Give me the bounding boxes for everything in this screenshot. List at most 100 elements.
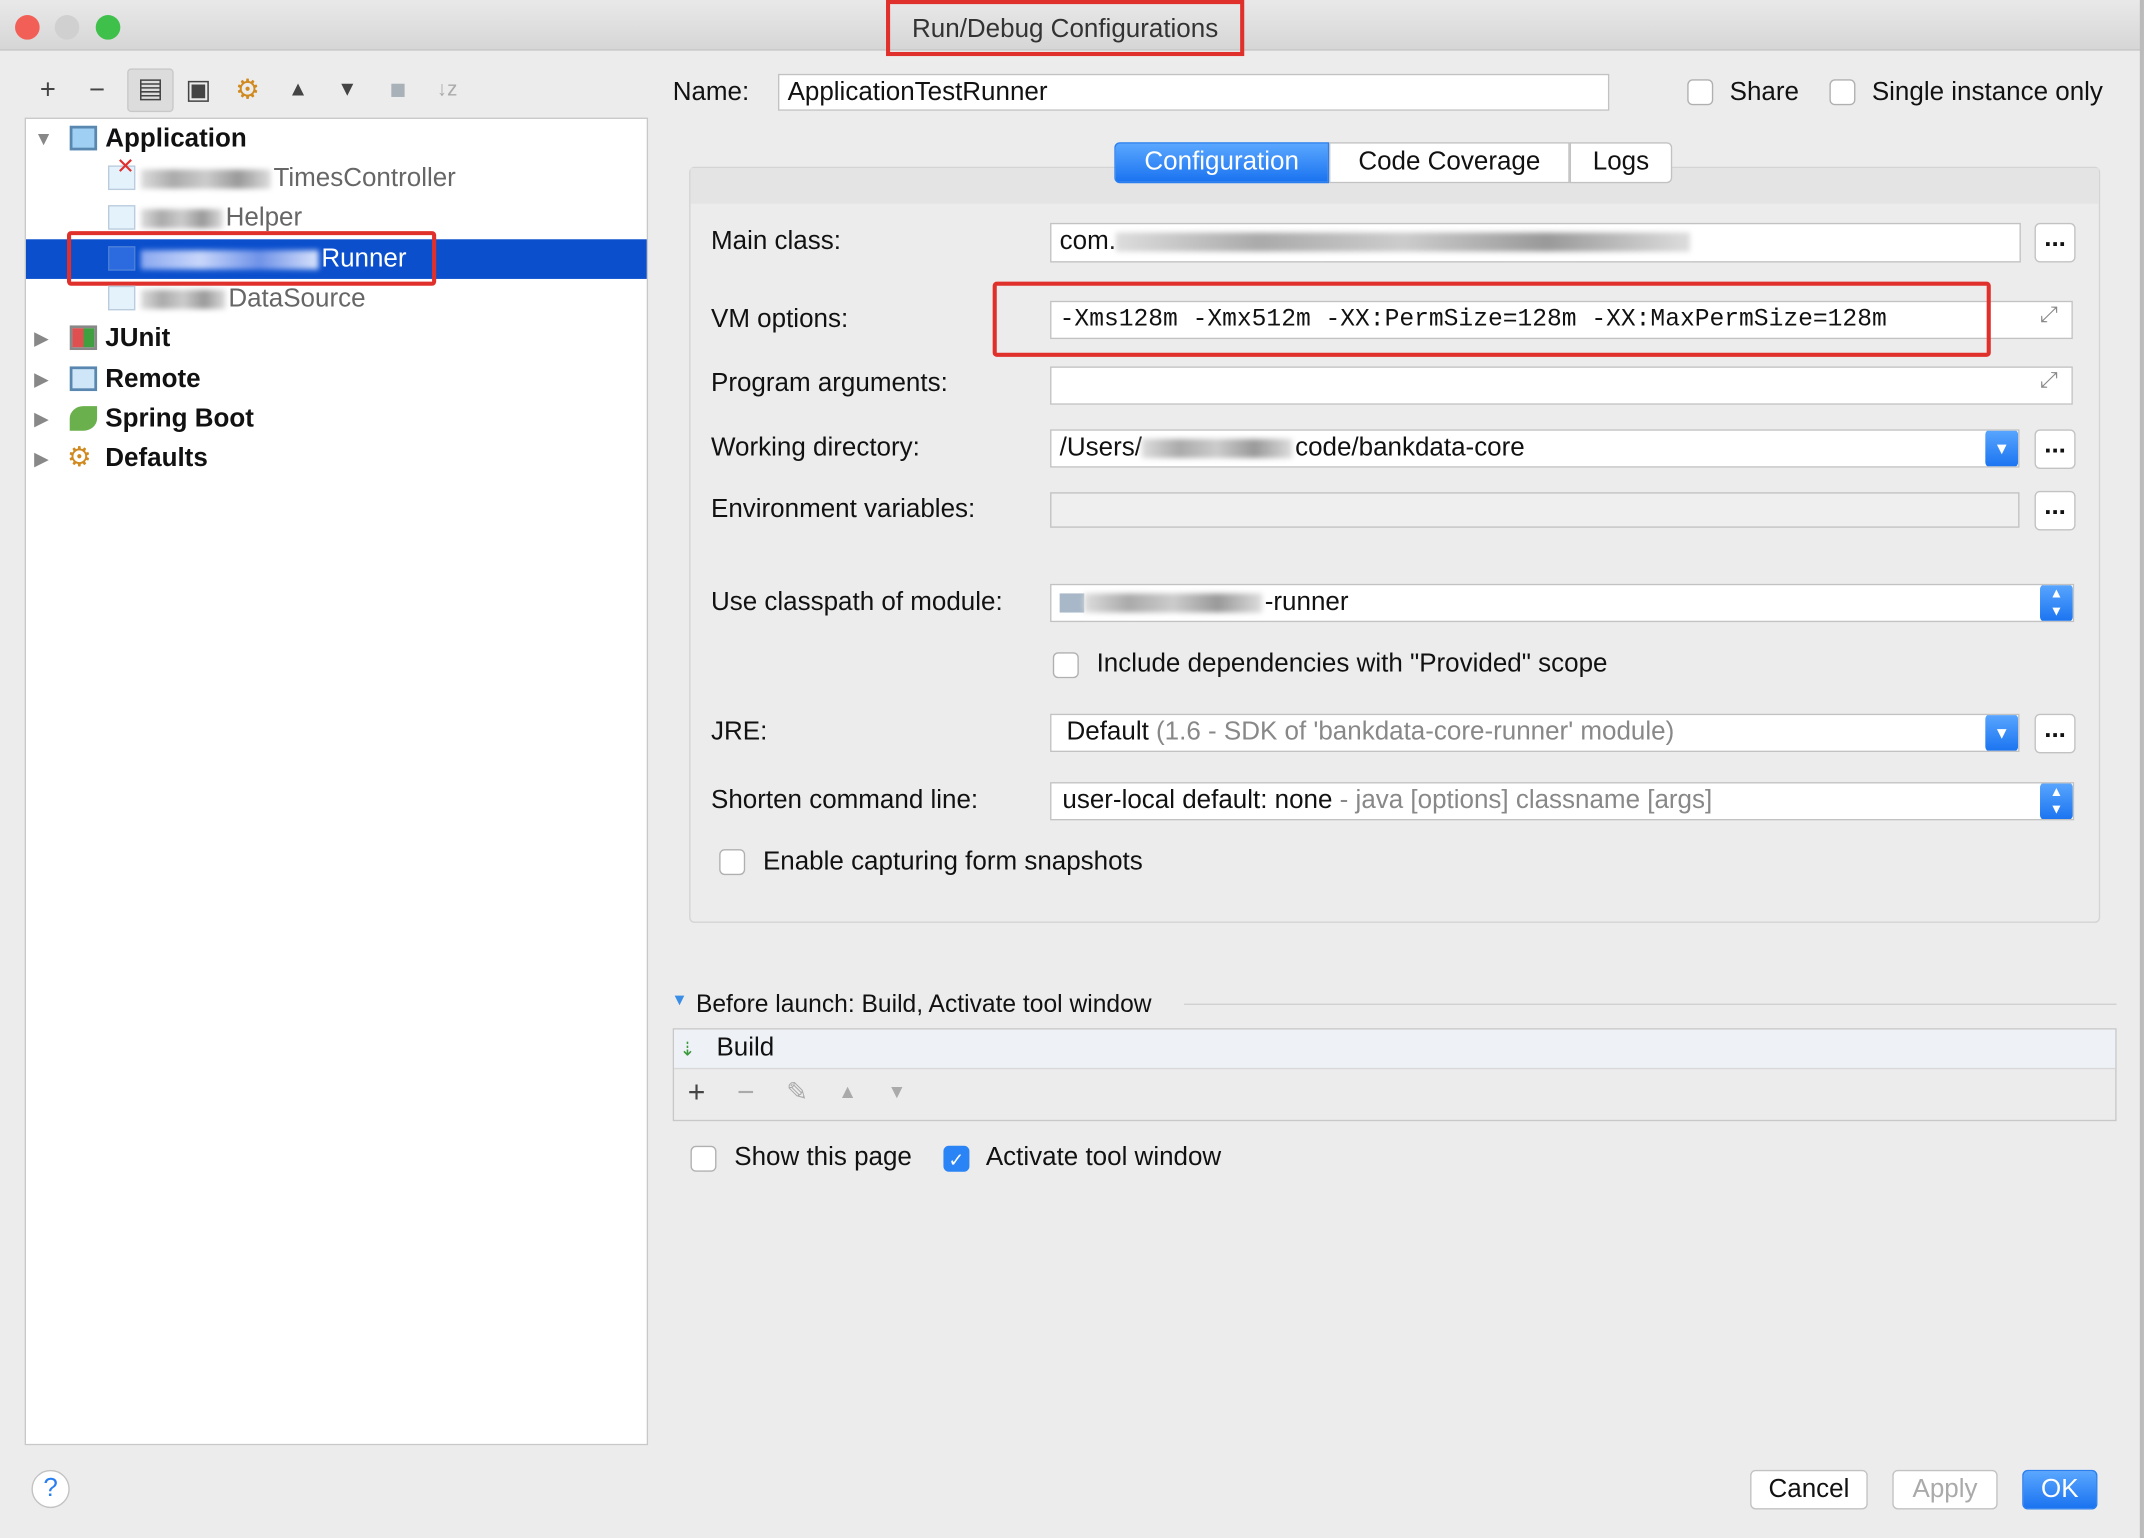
add-icon[interactable]: +: [29, 71, 67, 109]
divider: [1184, 1003, 2117, 1005]
include-provided-label: Include dependencies with "Provided" sco…: [1096, 649, 1608, 679]
activate-tool-window-checkbox[interactable]: ✓: [943, 1145, 970, 1172]
jre-label: JRE:: [710, 717, 768, 747]
add-task-icon[interactable]: +: [688, 1075, 706, 1111]
tree-item[interactable]: DataSource: [26, 279, 647, 319]
chevron-down-icon[interactable]: ▼: [1985, 715, 2019, 751]
edit-task-icon[interactable]: ✎: [786, 1077, 808, 1108]
working-directory-combo[interactable]: /Users/code/bankdata-core ▼: [1050, 429, 2020, 468]
help-button[interactable]: ?: [31, 1469, 70, 1509]
move-task-down-icon[interactable]: ▼: [887, 1080, 906, 1102]
shorten-hint: - java [options] classname [args]: [1332, 786, 1713, 815]
working-directory-label: Working directory:: [710, 433, 920, 463]
configurations-tree: ▼ Application ✕ TimesController Helper R…: [24, 117, 649, 1446]
tree-label: Helper: [225, 203, 303, 233]
tree-group-junit[interactable]: ▶ JUnit: [26, 319, 647, 359]
folder-icon[interactable]: ■: [379, 71, 417, 109]
move-task-up-icon[interactable]: ▲: [838, 1080, 857, 1102]
highlight-box: [992, 281, 1991, 357]
jre-browse-button[interactable]: ...: [2034, 713, 2076, 754]
tree-group-defaults[interactable]: ▶ ⚙ Defaults: [26, 439, 647, 479]
single-instance-label: Single instance only: [1871, 77, 2103, 107]
expand-arrow-icon[interactable]: ▶: [34, 360, 49, 400]
show-page-checkbox[interactable]: [690, 1145, 717, 1172]
spring-boot-icon: [69, 406, 98, 431]
cancel-button[interactable]: Cancel: [1750, 1469, 1868, 1510]
tab-logs[interactable]: Logs: [1569, 142, 1673, 184]
main-class-input[interactable]: com.: [1050, 222, 2021, 263]
tree-label: TimesController: [273, 164, 456, 193]
window-edge: [2139, 0, 2144, 1538]
tab-configuration[interactable]: Configuration: [1114, 142, 1330, 184]
wrench-icon: ⚙: [66, 443, 92, 474]
program-arguments-label: Program arguments:: [710, 369, 948, 398]
apply-button[interactable]: Apply: [1892, 1469, 1998, 1510]
jre-hint: (1.6 - SDK of 'bankdata-core-runner' mod…: [1156, 717, 1675, 747]
build-label: Build: [716, 1033, 775, 1063]
tree-label: DataSource: [228, 284, 366, 314]
remove-icon[interactable]: −: [78, 71, 116, 109]
activate-tool-window-label: Activate tool window: [985, 1143, 1222, 1172]
zoom-window-button[interactable]: [95, 15, 121, 40]
expand-arrow-icon[interactable]: ▼: [34, 119, 53, 159]
move-up-icon[interactable]: ▲: [279, 71, 317, 109]
shorten-command-line-combo[interactable]: user-local default: none - java [options…: [1050, 782, 2075, 821]
before-launch-item[interactable]: ⇣ Build: [674, 1029, 2116, 1070]
wd-prefix: /Users/: [1059, 433, 1142, 463]
tree-item[interactable]: ✕ TimesController: [26, 156, 647, 199]
save-icon[interactable]: ▣: [179, 71, 217, 109]
collapse-triangle-icon[interactable]: ▼: [671, 990, 687, 1009]
include-provided-checkbox[interactable]: [1052, 652, 1079, 679]
window-title: Run/Debug Configurations: [886, 0, 1245, 57]
updown-icon[interactable]: ▲ ▼: [2040, 585, 2073, 621]
edit-defaults-icon[interactable]: ⚙: [228, 71, 266, 109]
program-arguments-input[interactable]: [1050, 366, 2073, 405]
vm-options-label: VM options:: [710, 304, 849, 334]
tree-label: Spring Boot: [105, 404, 254, 434]
classpath-module-combo[interactable]: -runner ▲ ▼: [1050, 583, 2075, 623]
name-label: Name:: [672, 77, 750, 107]
classpath-module-label: Use classpath of module:: [710, 587, 1003, 617]
tree-group-spring-boot[interactable]: ▶ Spring Boot: [26, 399, 647, 439]
error-icon: ✕: [116, 155, 135, 180]
remote-icon: [69, 366, 98, 392]
jre-combo[interactable]: Default (1.6 - SDK of 'bankdata-core-run…: [1050, 713, 2020, 753]
expand-icon[interactable]: ⤢: [2040, 369, 2058, 394]
show-page-label: Show this page: [734, 1143, 912, 1172]
sort-icon[interactable]: ↓z: [428, 71, 466, 109]
tree-group-remote[interactable]: ▶ Remote: [26, 360, 647, 400]
capture-snapshots-label: Enable capturing form snapshots: [762, 847, 1143, 877]
copy-icon[interactable]: ▤: [127, 68, 174, 113]
shorten-value: user-local default: none: [1062, 786, 1333, 815]
main-class-label: Main class:: [710, 226, 841, 256]
chevron-down-icon[interactable]: ▼: [1985, 430, 2019, 467]
working-directory-browse-button[interactable]: ...: [2034, 429, 2076, 469]
module-icon: [1059, 593, 1085, 613]
expand-icon[interactable]: ⤢: [2040, 304, 2058, 329]
application-icon: [69, 125, 98, 151]
share-checkbox[interactable]: [1687, 79, 1714, 106]
remove-task-icon[interactable]: −: [737, 1075, 755, 1111]
main-class-browse-button[interactable]: ...: [2034, 222, 2076, 263]
close-window-button[interactable]: [15, 15, 40, 40]
environment-variables-input[interactable]: [1050, 492, 2020, 528]
expand-arrow-icon[interactable]: ▶: [34, 319, 49, 359]
single-instance-checkbox[interactable]: [1829, 79, 1856, 106]
expand-arrow-icon[interactable]: ▶: [34, 399, 49, 439]
module-suffix: -runner: [1264, 587, 1349, 617]
tree-label: JUnit: [105, 324, 171, 353]
name-input[interactable]: ApplicationTestRunner: [777, 73, 1610, 111]
capture-snapshots-checkbox[interactable]: [719, 849, 746, 876]
ok-button[interactable]: OK: [2022, 1469, 2098, 1510]
expand-arrow-icon[interactable]: ▶: [34, 439, 49, 479]
tab-code-coverage[interactable]: Code Coverage: [1329, 142, 1570, 184]
move-down-icon[interactable]: ▼: [328, 71, 366, 109]
environment-variables-label: Environment variables:: [710, 494, 976, 524]
minimize-window-button[interactable]: [54, 15, 80, 40]
before-launch-list: ⇣ Build + − ✎ ▲ ▼: [672, 1028, 2117, 1122]
wd-suffix: code/bankdata-core: [1295, 433, 1525, 463]
shorten-command-line-label: Shorten command line:: [710, 786, 979, 815]
junit-icon: [69, 325, 98, 351]
environment-variables-browse-button[interactable]: ...: [2034, 490, 2076, 531]
updown-icon[interactable]: ▲ ▼: [2040, 783, 2073, 820]
